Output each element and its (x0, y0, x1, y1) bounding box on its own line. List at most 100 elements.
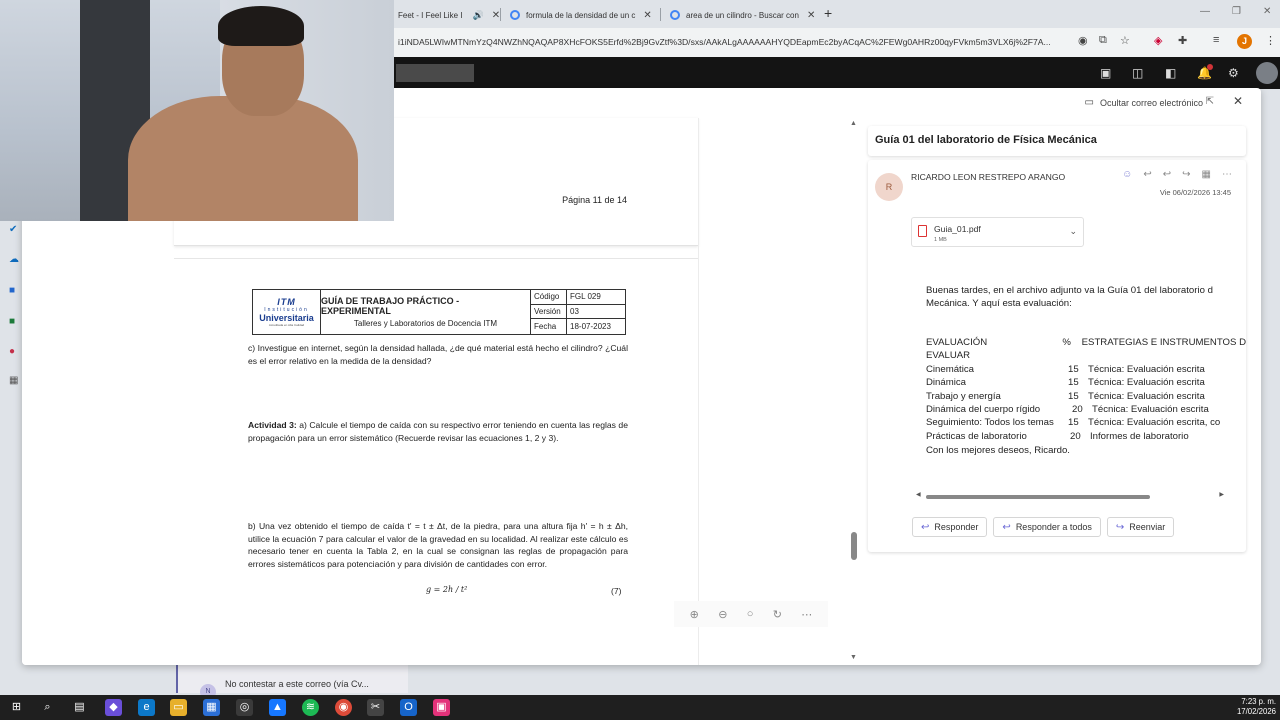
message-date: Vie 06/02/2026 13:45 (1159, 188, 1231, 197)
extension-shield-icon[interactable]: ◈ (1154, 34, 1162, 47)
popout-icon[interactable]: ⇱ (1206, 96, 1214, 107)
tab-music[interactable]: Feet - I Feel Like I 🔊 ✕ (390, 4, 500, 26)
table-row: Dinámica del cuerpo rígido 20 Técnica: E… (926, 403, 1246, 416)
emoji-icon[interactable]: ☺ (1122, 169, 1132, 180)
hide-email-button[interactable]: ▭ Ocultar correo electrónico (1085, 97, 1204, 108)
paragraph-b: b) Una vez obtenido el tiempo de caída t… (248, 521, 628, 569)
logo-university: Universitaria (259, 313, 314, 323)
bookmark-star-icon[interactable]: ☆ (1120, 34, 1130, 47)
hide-email-label: Ocultar correo electrónico (1099, 97, 1203, 108)
reading-list-icon[interactable]: ≡ (1213, 34, 1219, 46)
vertical-scrollbar[interactable] (851, 532, 857, 560)
eval-header-cell: EVALUACIÓN (926, 337, 988, 348)
meet-icon[interactable]: ▣ (1100, 66, 1111, 80)
scroll-left-arrow[interactable]: ◀ (916, 491, 921, 498)
apps-icon[interactable]: ▦ (1202, 169, 1211, 180)
sender-name[interactable]: RICARDO LEON RESTREPO ARANGO (911, 172, 1065, 182)
minimize-icon[interactable]: — (1200, 6, 1210, 17)
teams-icon[interactable]: ◫ (1132, 66, 1143, 80)
paragraph-c: c) Investigue en internet, según la dens… (248, 343, 628, 366)
webcam-person (218, 6, 304, 46)
forward-button[interactable]: ↪ Reenviar (1106, 517, 1175, 537)
codigo-label: Código (531, 290, 567, 305)
word-icon[interactable]: ■ (9, 285, 15, 296)
equation-number: (7) (611, 586, 622, 596)
reply-label: Responder (934, 522, 979, 532)
close-window-icon[interactable]: ✕ (1263, 6, 1271, 17)
google-icon (670, 10, 680, 20)
eye-icon[interactable]: ◉ (1078, 34, 1088, 47)
reply-all-button[interactable]: ↩ Responder a todos (993, 517, 1101, 537)
tab-densidad[interactable]: formula de la densidad de un c ✕ (502, 4, 652, 26)
close-tab-icon[interactable]: ✕ (643, 10, 651, 21)
page-number: Página 11 de 14 (562, 195, 627, 205)
search-box[interactable] (396, 64, 474, 82)
fecha-value: 18-07-2023 (570, 322, 611, 332)
speaker-icon[interactable]: 🔊 (472, 10, 483, 21)
obs-icon[interactable]: ◎ (236, 699, 253, 716)
scroll-down-arrow[interactable]: ▼ (850, 654, 857, 661)
eval-percent: 20 (1072, 404, 1083, 416)
zoom-in-icon[interactable]: ⊕ (690, 608, 699, 621)
windows-start-icon[interactable]: ⊞ (8, 699, 25, 716)
powerpoint-icon[interactable]: ● (9, 346, 15, 357)
cloud-icon[interactable]: ☁ (9, 254, 19, 265)
app-icon[interactable]: ▣ (433, 699, 450, 716)
copilot-icon[interactable]: ◆ (105, 699, 122, 716)
chevron-down-icon[interactable]: ⌄ (1069, 226, 1077, 237)
install-icon[interactable]: ⧉ (1099, 34, 1107, 47)
edge-icon[interactable]: e (138, 699, 155, 716)
scroll-right-arrow[interactable]: ▶ (1219, 491, 1224, 498)
task-view-icon[interactable]: ▤ (71, 699, 88, 716)
reply-all-icon[interactable]: ↩ (1163, 169, 1171, 180)
eval-header-cell: ESTRATEGIAS E INSTRUMENTOS D (1081, 337, 1246, 348)
paragraph-activity-3: Actividad 3: a) Calcule el tiempo de caí… (248, 419, 628, 444)
eval-topic: Dinámica del cuerpo rígido (926, 404, 1041, 416)
forward-icon[interactable]: ↪ (1182, 169, 1190, 180)
more-icon[interactable]: ⋯ (801, 608, 812, 621)
file-explorer-icon[interactable]: ▭ (170, 699, 187, 716)
apps-grid-icon[interactable]: ▦ (9, 375, 18, 386)
reply-icon[interactable]: ↩ (1143, 169, 1151, 180)
extensions-icon[interactable]: ✚ (1178, 34, 1187, 47)
zoom-out-icon[interactable]: ⊖ (718, 608, 727, 621)
scroll-up-arrow[interactable]: ▲ (850, 120, 857, 127)
table-row: Dinámica 15 Técnica: Evaluación escrita (926, 376, 1246, 389)
url-field[interactable]: i1iNDA5LWIwMTNmYzQ4NWZhNQAQAP8XHcFOKS5Er… (380, 31, 1070, 53)
maximize-icon[interactable]: ❐ (1232, 6, 1241, 17)
photos-icon[interactable]: ▲ (269, 699, 286, 716)
windows-taskbar: ⊞ ⌕ ▤ ◆ e ▭ ▦ ◎ ▲ ≋ ◉ ✂ O ▣ 7:23 p. m. 1… (0, 695, 1280, 720)
chrome-menu-icon[interactable]: ⋮ (1265, 34, 1276, 47)
horizontal-scrollbar[interactable]: ◀ ▶ (916, 492, 1224, 499)
rotate-icon[interactable]: ↻ (773, 608, 782, 621)
document-title-cell: GUÍA DE TRABAJO PRÁCTICO - EXPERIMENTAL … (321, 290, 531, 334)
excel-icon[interactable]: ■ (9, 316, 15, 327)
search-icon[interactable]: ⌕ (39, 699, 56, 716)
spotify-icon[interactable]: ≋ (302, 699, 319, 716)
attachment-card[interactable]: Guia_01.pdf 1 MB ⌄ (911, 217, 1084, 247)
chrome-icon[interactable]: ◉ (335, 699, 352, 716)
store-icon[interactable]: ▦ (203, 699, 220, 716)
close-icon[interactable]: ✕ (1233, 94, 1243, 108)
eval-strategy: Técnica: Evaluación escrita, co (1088, 417, 1221, 429)
more-options-icon[interactable]: ⋯ (1222, 169, 1232, 180)
settings-gear-icon[interactable]: ⚙ (1228, 66, 1239, 80)
account-avatar[interactable] (1256, 62, 1278, 84)
scrollbar-thumb[interactable] (926, 495, 1150, 499)
outlook-icon[interactable]: O (400, 699, 417, 716)
checkmark-icon[interactable]: ✔ (9, 224, 17, 235)
reply-button[interactable]: ↩ Responder (912, 517, 988, 537)
system-clock[interactable]: 7:23 p. m. 17/02/2026 (1237, 697, 1276, 717)
close-tab-icon[interactable]: ✕ (807, 10, 815, 21)
version-label: Versión (531, 304, 567, 320)
profile-avatar[interactable]: J (1237, 34, 1252, 49)
whiteboard-icon[interactable]: ◧ (1165, 66, 1176, 80)
reply-icon: ↩ (921, 521, 930, 533)
new-tab-button[interactable]: + (824, 5, 832, 21)
close-tab-icon[interactable]: ✕ (492, 10, 500, 21)
gravity-formula: g = 2h / t² (426, 585, 468, 594)
fit-page-icon[interactable]: ○ (747, 608, 754, 620)
tab-area-cilindro[interactable]: area de un cilindro - Buscar con ✕ (662, 4, 815, 26)
snipping-tool-icon[interactable]: ✂ (367, 699, 384, 716)
email-reading-pane: Guía 01 del laboratorio de Física Mecáni… (868, 118, 1246, 630)
